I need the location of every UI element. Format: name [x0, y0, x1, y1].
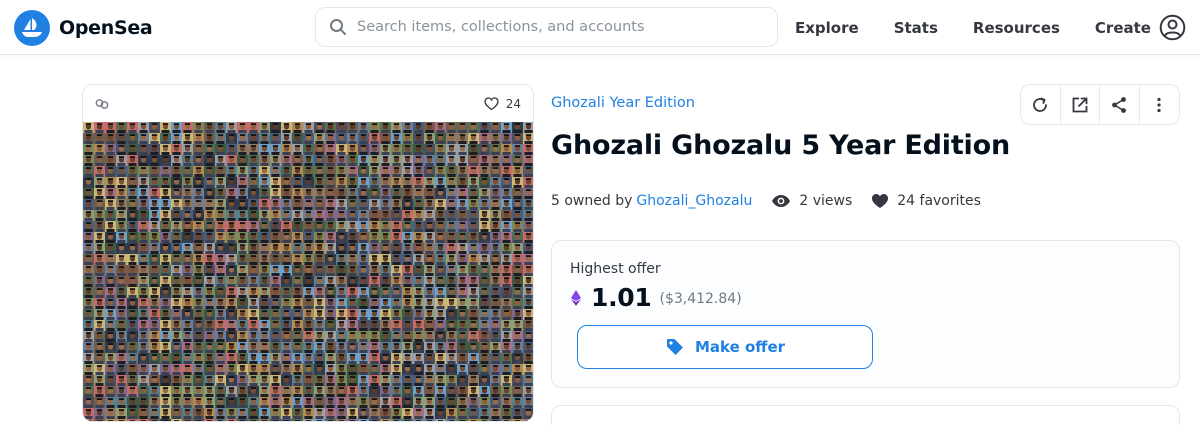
owned-count: 5 owned by: [551, 193, 633, 209]
share-button[interactable]: [1100, 85, 1140, 124]
brand-name: OpenSea: [59, 17, 153, 39]
views-count: 2 views: [799, 193, 853, 209]
favorite-count: 24: [505, 96, 521, 111]
favorites-count: 24 favorites: [897, 193, 981, 209]
make-offer-label: Make offer: [694, 338, 786, 356]
nav-stats[interactable]: Stats: [894, 19, 938, 37]
price-usd: ($3,412.84): [659, 291, 742, 307]
favorites-stat: 24 favorites: [871, 193, 981, 209]
listings-panel: [551, 405, 1180, 425]
brand-link[interactable]: OpenSea: [14, 10, 153, 46]
search-input[interactable]: [357, 19, 757, 35]
nft-image[interactable]: [83, 122, 533, 421]
more-options-button[interactable]: [1140, 85, 1179, 124]
nav-explore[interactable]: Explore: [795, 19, 859, 37]
external-link-button[interactable]: [1061, 85, 1100, 124]
item-meta: 5 owned by Ghozali_Ghozalu 2 views 24 fa…: [551, 193, 981, 209]
highest-offer-label: Highest offer: [570, 261, 661, 277]
item-action-bar: [1020, 84, 1180, 125]
account-icon[interactable]: [1159, 14, 1186, 41]
tag-icon: [666, 339, 683, 355]
search-icon: [330, 19, 346, 35]
share-icon: [1112, 96, 1127, 113]
collection-link[interactable]: Ghozali Year Edition: [551, 95, 695, 111]
refresh-button[interactable]: [1021, 85, 1061, 124]
more-icon: [1157, 97, 1161, 112]
favorite-toggle[interactable]: 24: [484, 97, 521, 111]
heart-outline-icon: [484, 96, 499, 110]
price-value: 1.01: [591, 283, 652, 312]
make-offer-button[interactable]: Make offer: [577, 325, 873, 369]
views-stat: 2 views: [771, 193, 852, 209]
nav-resources[interactable]: Resources: [973, 19, 1060, 37]
main-nav: Explore Stats Resources Create: [795, 0, 1151, 55]
search-bar[interactable]: [315, 7, 778, 47]
opensea-logo-icon: [14, 10, 50, 46]
offer-panel: Highest offer 1.01 ($3,412.84) Make offe…: [551, 240, 1180, 388]
top-navbar: OpenSea Explore Stats Resources Create: [0, 0, 1200, 55]
card-header: 24: [83, 85, 533, 122]
owner-link[interactable]: Ghozali_Ghozalu: [636, 193, 752, 209]
chain-icon: [95, 98, 109, 109]
nft-image-card: 24: [82, 84, 534, 422]
refresh-icon: [1033, 97, 1048, 112]
nav-create[interactable]: Create: [1095, 19, 1151, 37]
item-title: Ghozali Ghozalu 5 Year Edition: [551, 130, 1010, 161]
price-row: 1.01 ($3,412.84): [570, 283, 742, 312]
eth-icon: [571, 289, 581, 306]
external-link-icon: [1072, 97, 1088, 112]
heart-icon: [872, 194, 889, 208]
eye-icon: [772, 195, 791, 207]
